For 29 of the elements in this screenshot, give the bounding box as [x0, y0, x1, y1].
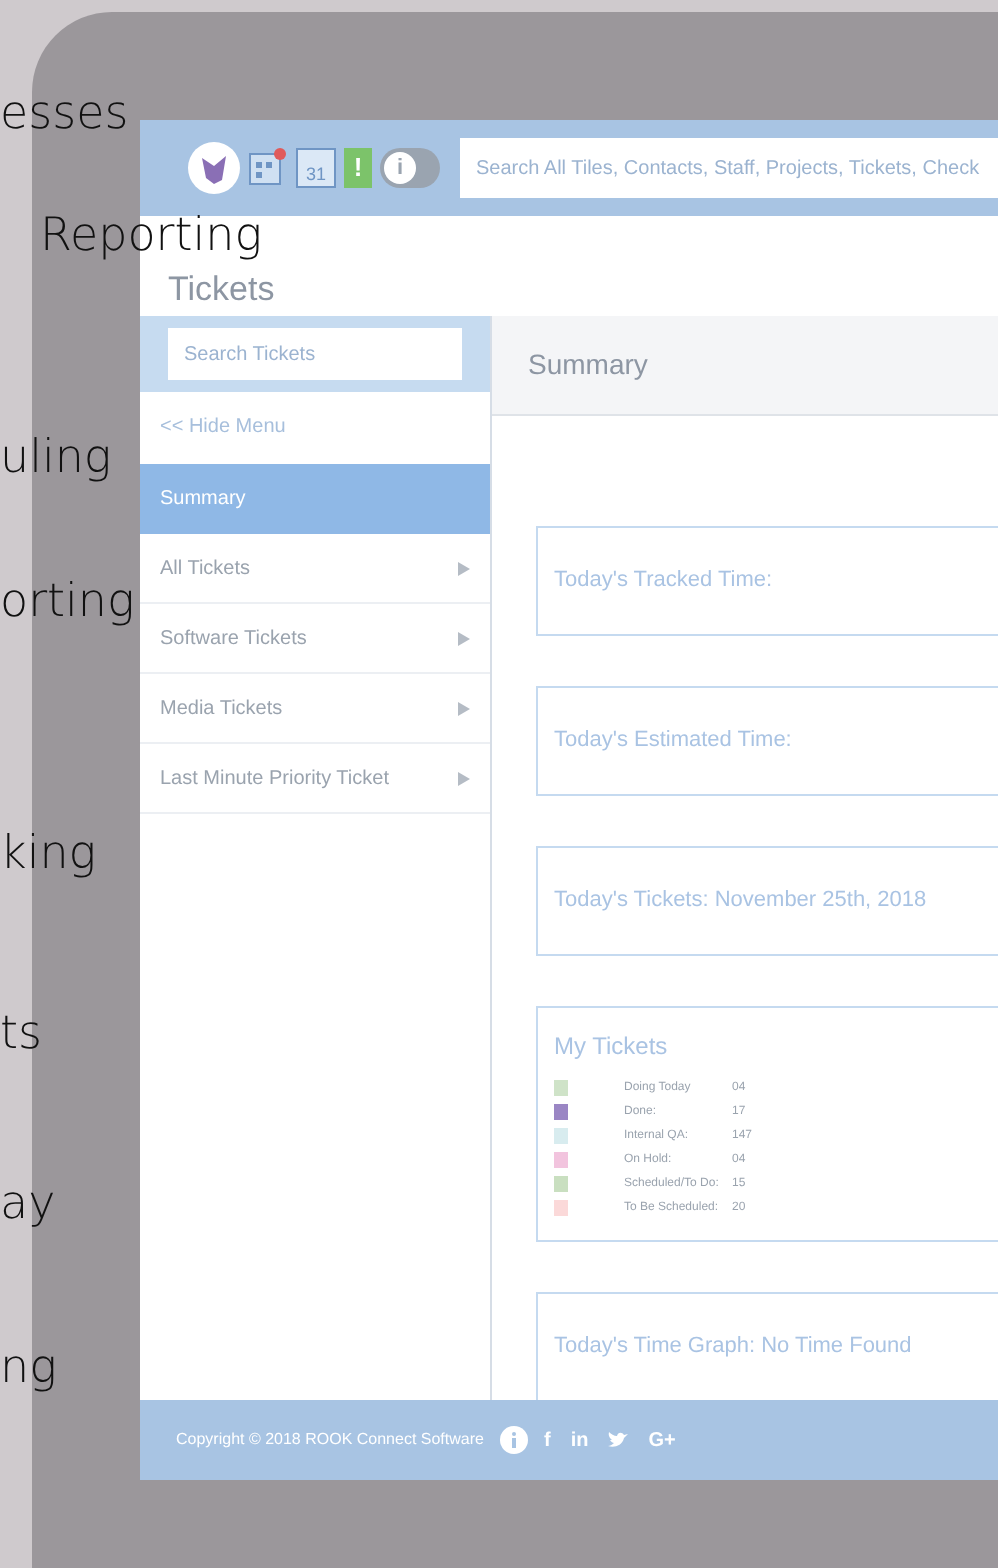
overlay-word: king: [0, 832, 97, 878]
alert-button[interactable]: !: [344, 148, 372, 188]
info-card: Today's Tracked Time:: [536, 526, 998, 636]
logo-icon[interactable]: [188, 142, 240, 194]
overlay-word: ay: [0, 1182, 56, 1228]
overlay-word: ng: [0, 1346, 57, 1392]
status-toggle[interactable]: i: [380, 148, 440, 188]
info-card: Today's Tickets: November 25th, 2018: [536, 846, 998, 956]
section-header: Summary: [492, 316, 998, 416]
social-link[interactable]: in: [570, 1425, 589, 1455]
sidebar-item[interactable]: Summary: [140, 464, 490, 534]
card-title: My Tickets: [554, 1030, 670, 1064]
info-icon[interactable]: [499, 1426, 528, 1454]
bird-icon[interactable]: [608, 1431, 629, 1449]
calendar-grid-icon[interactable]: [248, 148, 288, 188]
overlay-word: Reporting: [40, 214, 263, 260]
copyright-text: Copyright © 2018 ROOK Connect Software: [176, 1428, 484, 1452]
calendar-icon[interactable]: 31: [296, 148, 336, 188]
global-search-field[interactable]: Search All Tiles, Contacts, Staff, Projects, Tickets, Check: [460, 138, 998, 198]
page-title: Tickets: [168, 267, 275, 311]
social-link[interactable]: f: [543, 1425, 551, 1455]
overlay-word: orting: [0, 580, 135, 626]
info-card: Today's Estimated Time:: [536, 686, 998, 796]
overlay-word: esses: [0, 92, 129, 138]
ticket-search-field[interactable]: Search Tickets: [168, 328, 462, 380]
overlay-word: ts: [0, 1012, 43, 1058]
overlay-word: uling: [0, 436, 112, 482]
social-link[interactable]: G+: [648, 1425, 676, 1455]
hide-menu-link[interactable]: << Hide Menu: [140, 392, 490, 464]
